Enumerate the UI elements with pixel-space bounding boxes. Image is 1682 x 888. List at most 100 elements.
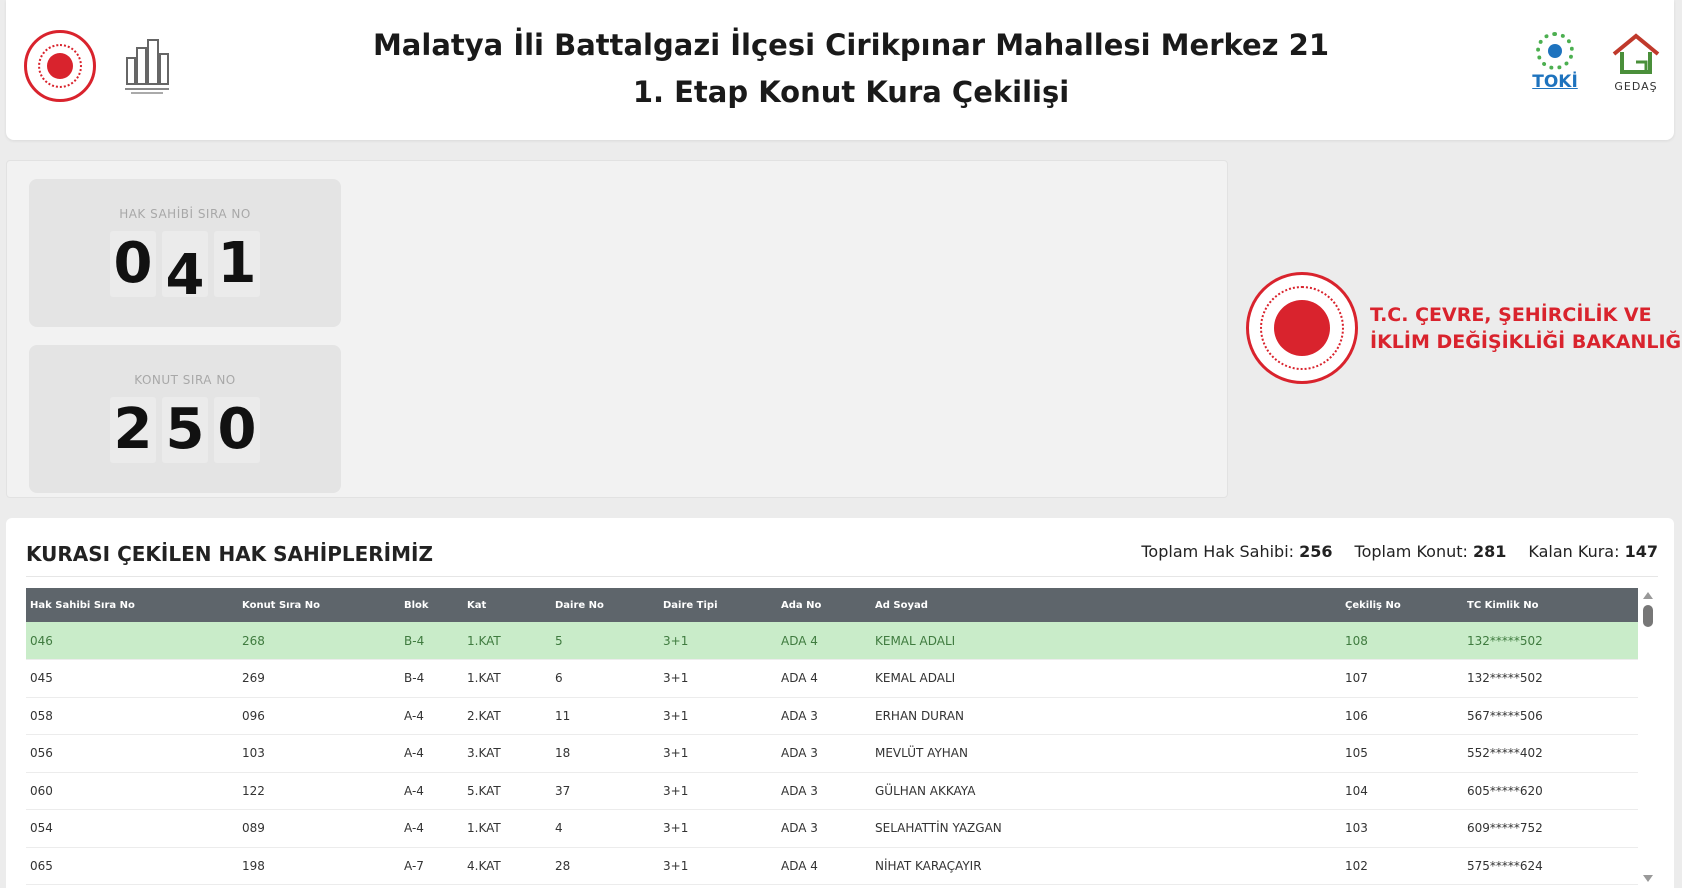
table-scrollbar[interactable] (1640, 592, 1656, 882)
table-cell: 3+1 (659, 734, 777, 773)
ministry-line-1: T.C. ÇEVRE, ŞEHİRCİLİK VE (1370, 304, 1652, 326)
scroll-up-icon[interactable] (1643, 592, 1653, 599)
table-cell: ADA 3 (777, 734, 871, 773)
table-row[interactable]: 065 198 A-7 4.KAT 28 3+1 ADA 4 NİHAT KARAÇAYIR 1… (26, 847, 1638, 885)
table-cell: 609*****752 (1463, 809, 1638, 848)
table-cell: 096 (238, 697, 400, 735)
table-cell: 132*****502 (1463, 622, 1638, 660)
table-cell: KEMAL ADALI (871, 622, 1341, 660)
hak-sahibi-digit-1: 0 (110, 231, 156, 297)
winners-table-container[interactable]: Hak Sahibi Sıra No Konut Sıra No Blok Kat Da… (26, 588, 1638, 888)
ministry-seal-icon (1246, 272, 1358, 384)
konut-digits: 2 5 0 (29, 397, 341, 463)
table-cell: 108 (1341, 622, 1463, 660)
konut-digit-3: 0 (214, 397, 260, 463)
house-icon (1612, 33, 1660, 74)
header-bar: Malatya İli Battalgazi İlçesi Cirikpınar… (6, 0, 1674, 140)
table-cell: 3+1 (659, 772, 777, 810)
table-cell: 105 (1341, 734, 1463, 773)
table-cell: 054 (26, 809, 238, 848)
table-cell: 5.KAT (463, 772, 551, 810)
table-cell: 6 (551, 659, 659, 698)
hak-sahibi-digit-3: 1 (214, 231, 260, 297)
table-row[interactable]: 056 103 A-4 3.KAT 18 3+1 ADA 3 MEVLÜT AYHAN 105 5… (26, 734, 1638, 773)
table-cell: 089 (238, 809, 400, 848)
table-cell: ADA 4 (777, 659, 871, 698)
column-header: Ada No (777, 588, 871, 622)
winners-table: Hak Sahibi Sıra No Konut Sıra No Blok Kat Da… (26, 588, 1638, 885)
table-row[interactable]: 058 096 A-4 2.KAT 11 3+1 ADA 3 ERHAN DURAN 106 56… (26, 697, 1638, 735)
toki-emblem-icon (1536, 32, 1574, 70)
hak-sahibi-digit-2: 4 (162, 231, 208, 297)
table-cell: A-4 (400, 697, 463, 735)
table-cell: 552*****402 (1463, 734, 1638, 773)
stat-konut: Toplam Konut: 281 (1354, 542, 1507, 561)
table-cell: ADA 3 (777, 809, 871, 848)
draw-stats: Toplam Hak Sahibi: 256 Toplam Konut: 281… (1141, 542, 1658, 561)
hak-sahibi-counter: HAK SAHİBİ SIRA NO 0 4 1 (29, 179, 341, 327)
table-cell: A-7 (400, 847, 463, 885)
table-cell: 103 (1341, 809, 1463, 848)
table-cell: A-4 (400, 809, 463, 848)
table-row[interactable]: 054 089 A-4 1.KAT 4 3+1 ADA 3 SELAHATTİN YAZGAN… (26, 809, 1638, 848)
table-cell: 605*****620 (1463, 772, 1638, 810)
table-cell: GÜLHAN AKKAYA (871, 772, 1341, 810)
table-cell: 3+1 (659, 622, 777, 660)
scroll-thumb[interactable] (1643, 605, 1653, 627)
table-cell: 046 (26, 622, 238, 660)
title-line-1: Malatya İli Battalgazi İlçesi Cirikpınar… (372, 28, 1330, 62)
table-cell: B-4 (400, 622, 463, 660)
table-cell: B-4 (400, 659, 463, 698)
table-cell: MEVLÜT AYHAN (871, 734, 1341, 773)
table-row[interactable]: 060 122 A-4 5.KAT 37 3+1 ADA 3 GÜLHAN AKKAYA 104… (26, 772, 1638, 810)
konut-counter: KONUT SIRA NO 2 5 0 (29, 345, 341, 493)
table-cell: 3+1 (659, 809, 777, 848)
table-cell: 37 (551, 772, 659, 810)
ministry-name: T.C. ÇEVRE, ŞEHİRCİLİK VE İKLİM DEĞİŞİKL… (1370, 302, 1682, 356)
table-cell: A-4 (400, 772, 463, 810)
scroll-down-icon[interactable] (1643, 875, 1653, 882)
konut-label: KONUT SIRA NO (134, 373, 236, 387)
table-cell: ADA 4 (777, 622, 871, 660)
table-cell: 5 (551, 622, 659, 660)
hak-sahibi-label: HAK SAHİBİ SIRA NO (119, 207, 251, 221)
table-cell: 1.KAT (463, 622, 551, 660)
table-cell: 045 (26, 659, 238, 698)
table-body: 046 268 B-4 1.KAT 5 3+1 ADA 4 KEMAL ADALI 108 132… (26, 622, 1638, 885)
table-row[interactable]: 045 269 B-4 1.KAT 6 3+1 ADA 4 KEMAL ADALI 107 132… (26, 659, 1638, 698)
table-cell: ADA 3 (777, 697, 871, 735)
stat-kalan: Kalan Kura: 147 (1528, 542, 1658, 561)
table-cell: ADA 4 (777, 847, 871, 885)
draw-panel: HAK SAHİBİ SIRA NO 0 4 1 KONUT SIRA NO 2… (6, 160, 1228, 498)
table-cell: 103 (238, 734, 400, 773)
toki-logo: TOKİ (1530, 32, 1580, 100)
table-cell: 107 (1341, 659, 1463, 698)
column-header: Konut Sıra No (238, 588, 400, 622)
table-cell: 2.KAT (463, 697, 551, 735)
table-cell: 11 (551, 697, 659, 735)
gedas-logo: GEDAŞ (1606, 32, 1666, 100)
building-logo (121, 34, 173, 96)
column-header: Kat (463, 588, 551, 622)
konut-digit-2: 5 (162, 397, 208, 463)
table-cell: 058 (26, 697, 238, 735)
table-cell: NİHAT KARAÇAYIR (871, 847, 1341, 885)
table-row[interactable]: 046 268 B-4 1.KAT 5 3+1 ADA 4 KEMAL ADALI 108 132… (26, 622, 1638, 660)
title-line-2: 1. Etap Konut Kura Çekilişi (632, 75, 1070, 109)
toki-label: TOKİ (1532, 72, 1578, 92)
list-divider (26, 576, 1658, 577)
table-cell: 4 (551, 809, 659, 848)
table-cell: 132*****502 (1463, 659, 1638, 698)
column-header: TC Kimlik No (1463, 588, 1638, 622)
hak-sahibi-digits: 0 4 1 (29, 231, 341, 297)
table-cell: SELAHATTİN YAZGAN (871, 809, 1341, 848)
table-cell: 102 (1341, 847, 1463, 885)
state-seal-logo (24, 30, 96, 102)
ministry-line-2: İKLİM DEĞİŞİKLİĞİ BAKANLIĞI (1370, 331, 1682, 353)
column-header: Çekiliş No (1341, 588, 1463, 622)
column-header: Daire Tipi (659, 588, 777, 622)
table-header-row: Hak Sahibi Sıra No Konut Sıra No Blok Kat Da… (26, 588, 1638, 622)
table-cell: 269 (238, 659, 400, 698)
column-header: Ad Soyad (871, 588, 1341, 622)
table-cell: 056 (26, 734, 238, 773)
